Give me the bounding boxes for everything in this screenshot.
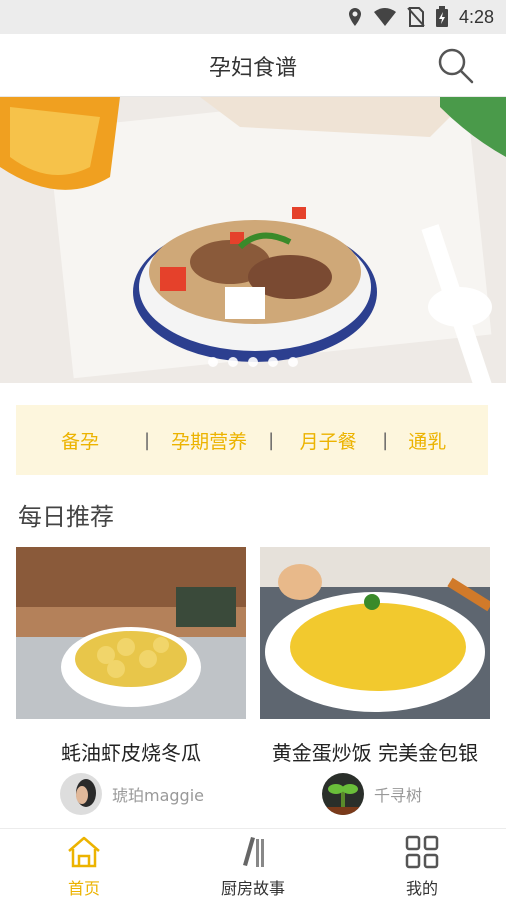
author-name: 千寻树 xyxy=(374,786,423,805)
avatar xyxy=(60,773,102,815)
clock: 4:28 xyxy=(458,6,494,27)
banner-image xyxy=(0,97,506,383)
recipe-image xyxy=(260,547,490,719)
carousel-dot[interactable] xyxy=(248,357,258,367)
category-confinement-meals[interactable]: 月子餐 xyxy=(274,427,382,454)
home-icon xyxy=(68,836,100,868)
recipe-card[interactable]: 蚝油虾皮烧冬瓜 琥珀maggie xyxy=(16,547,246,827)
no-sim-icon xyxy=(407,7,425,27)
category-pregnancy-nutrition[interactable]: 孕期营养 xyxy=(150,427,268,454)
carousel-dot[interactable] xyxy=(288,357,298,367)
carousel-indicator xyxy=(0,357,506,367)
grid-icon xyxy=(405,835,439,869)
bottom-tab-bar: 首页 厨房故事 我的 xyxy=(0,828,506,901)
books-icon xyxy=(243,837,264,867)
page-title: 孕妇食谱 xyxy=(208,56,297,81)
location-icon xyxy=(348,8,361,26)
recipe-title: 蚝油虾皮烧冬瓜 xyxy=(61,741,201,765)
recipe-author[interactable]: 琥珀maggie xyxy=(60,773,204,815)
carousel-dot[interactable] xyxy=(268,357,278,367)
category-beiyun[interactable]: 备孕 xyxy=(16,427,144,454)
avatar xyxy=(322,773,364,815)
author-name: 琥珀maggie xyxy=(112,786,204,805)
wifi-icon xyxy=(373,8,396,26)
recipe-title: 黄金蛋炒饭 完美金包银 xyxy=(271,741,479,765)
carousel-dot[interactable] xyxy=(228,357,238,367)
tab-label: 我的 xyxy=(405,879,438,898)
carousel-dot[interactable] xyxy=(208,357,218,367)
tab-mine[interactable]: 我的 xyxy=(362,835,482,899)
tab-kitchen-stories[interactable]: 厨房故事 xyxy=(193,835,313,899)
tab-label: 厨房故事 xyxy=(220,879,285,898)
banner-carousel[interactable] xyxy=(0,97,506,383)
tab-home[interactable]: 首页 xyxy=(24,835,144,899)
top-bar: 孕妇食谱 xyxy=(0,34,506,97)
recipe-author[interactable]: 千寻树 xyxy=(322,773,422,815)
battery-charging-icon xyxy=(435,6,448,27)
category-bar: 备孕 | 孕期营养 | 月子餐 | 通乳 xyxy=(16,405,488,475)
section-title: 每日推荐 xyxy=(18,503,114,531)
tab-label: 首页 xyxy=(67,879,100,898)
recipe-image xyxy=(16,547,246,719)
status-bar: 4:28 xyxy=(0,0,506,34)
recipe-card[interactable]: 黄金蛋炒饭 完美金包银 千寻树 xyxy=(260,547,490,827)
category-lactation[interactable]: 通乳 xyxy=(388,427,466,454)
search-icon[interactable] xyxy=(436,46,476,86)
status-icons: 4:28 xyxy=(347,6,494,28)
